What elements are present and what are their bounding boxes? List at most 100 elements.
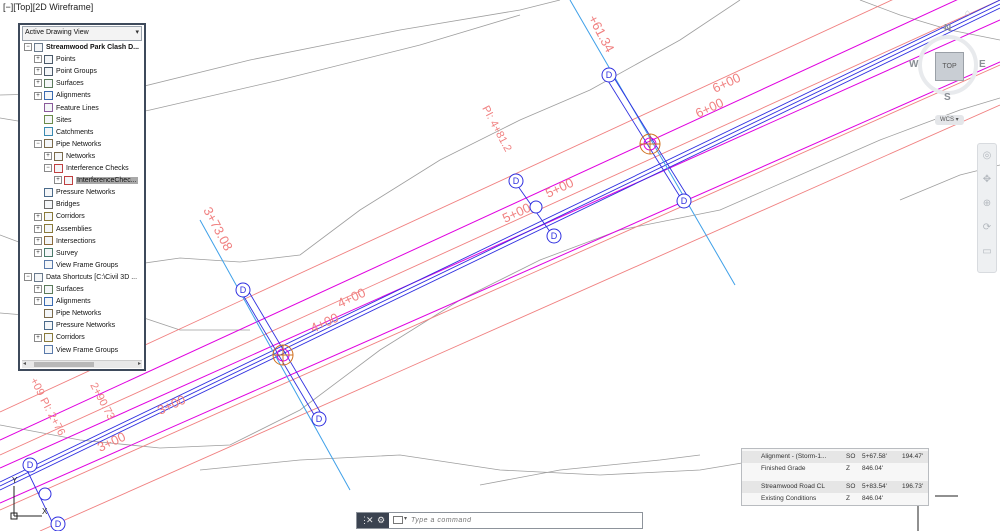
expand-icon[interactable]: + (34, 285, 42, 294)
tree-item[interactable]: Feature Lines (34, 103, 99, 115)
tree-item[interactable]: Pressure Networks (34, 187, 115, 199)
steering-wheel-icon[interactable]: ◎ (981, 150, 993, 162)
command-line-controls[interactable]: ⋮ ✕ ⚙ (357, 513, 389, 528)
collapse-icon[interactable]: − (24, 273, 32, 282)
tree-item-label: Surfaces (56, 80, 84, 88)
toolspace-panel[interactable]: Active Drawing View ▾ − Streamwood Park C… (18, 23, 146, 371)
viewport-controls[interactable]: [−][Top][2D Wireframe] (3, 2, 93, 12)
zoom-icon[interactable]: ⊕ (981, 198, 993, 210)
expand-icon[interactable]: + (34, 79, 42, 88)
tree-item-label: Networks (66, 152, 96, 160)
expand-icon[interactable]: + (34, 224, 42, 233)
tree-item[interactable]: Pressure Networks (34, 320, 115, 332)
prospector-tree[interactable]: − Streamwood Park Clash D... + Points + Point… (20, 42, 144, 359)
tree-item[interactable]: − Streamwood Park Clash D... (24, 42, 139, 54)
tree-item-label: Survey (56, 249, 78, 257)
view-selector-dropdown[interactable]: Active Drawing View ▾ (22, 26, 142, 41)
expand-icon[interactable]: + (54, 176, 62, 185)
tree-item[interactable]: + Corridors (34, 211, 85, 223)
wcs-menu[interactable]: WCS ▾ (935, 115, 964, 125)
tree-item[interactable]: + Alignments (34, 296, 91, 308)
tree-item-label: Intersections (56, 237, 96, 245)
scroll-left-icon[interactable]: ◂ (23, 360, 26, 367)
tree-item[interactable]: View Frame Groups (34, 260, 118, 272)
navigation-bar[interactable]: ◎ ✥ ⊕ ⟳ ▭ (977, 143, 997, 273)
tree-item[interactable]: − Data Shortcuts [C:\Civil 3D ... (24, 272, 137, 284)
tree-item-label: Points (56, 56, 76, 64)
tree-item[interactable]: + Networks (44, 151, 95, 163)
tree-item[interactable]: Sites (34, 115, 72, 127)
tree-item[interactable]: Bridges (34, 199, 80, 211)
station-cross-label: +61.34 (585, 12, 617, 54)
compass-north[interactable]: N (944, 23, 951, 34)
pan-icon[interactable]: ✥ (981, 174, 993, 186)
tree-item-label: Surfaces (56, 286, 84, 293)
tree-item[interactable]: Pipe Networks (34, 308, 101, 320)
tree-item-label: InterferenceChec... (76, 177, 138, 185)
chevron-down-icon[interactable]: ▾ (404, 515, 407, 522)
tree-item[interactable]: + Point Groups (34, 66, 97, 78)
svg-text:Y: Y (12, 476, 18, 485)
scroll-right-icon[interactable]: ▸ (138, 360, 141, 367)
tree-item[interactable]: + Surfaces (34, 284, 84, 296)
structure-label: D (55, 519, 62, 529)
tree-item[interactable]: + Points (34, 54, 75, 66)
viewcube-top-face[interactable]: TOP (935, 52, 964, 81)
tree-item[interactable]: Catchments (34, 127, 93, 139)
tree-item-label: Pipe Networks (56, 310, 102, 318)
tree-item-label: Catchments (56, 128, 94, 136)
tree-item[interactable]: + Intersections (34, 236, 96, 248)
station-label: 5+00 (543, 175, 576, 201)
interference-checks-icon (54, 163, 63, 173)
expand-icon[interactable]: + (34, 67, 42, 76)
viewcube[interactable]: N S E W TOP ⌂ WCS ▾ (905, 8, 1000, 130)
tree-item-label: Pressure Networks (56, 322, 116, 330)
tooltip-code: Z (846, 465, 850, 472)
tree-item[interactable]: − Interference Checks (44, 163, 129, 175)
expand-icon[interactable]: + (44, 152, 52, 161)
structure-label: D (240, 285, 247, 295)
collapse-icon[interactable]: − (24, 43, 32, 52)
tree-item-label: Sites (56, 116, 72, 124)
command-input[interactable] (411, 515, 631, 526)
tree-item[interactable]: View Frame Groups (34, 345, 118, 357)
collapse-icon[interactable]: − (44, 164, 52, 173)
expand-icon[interactable]: + (34, 297, 42, 306)
tooltip-row: Finished Grade Z 846.04' (742, 463, 928, 475)
tree-item[interactable]: + Surfaces (34, 78, 84, 90)
chevron-down-icon[interactable]: ▾ (135, 27, 139, 39)
expand-icon[interactable]: + (34, 236, 42, 245)
recent-commands-icon[interactable] (393, 516, 403, 524)
home-icon[interactable]: ⌂ (965, 8, 970, 17)
close-icon[interactable]: ✕ (366, 513, 374, 528)
compass-east[interactable]: E (979, 59, 986, 70)
tree-item-label: Data Shortcuts [C:\Civil 3D ... (46, 273, 138, 281)
tree-item[interactable]: + Assemblies (34, 224, 92, 236)
tree-item[interactable]: + InterferenceChec... (54, 175, 138, 187)
orbit-icon[interactable]: ⟳ (981, 222, 993, 234)
tree-item[interactable]: + Corridors (34, 332, 85, 344)
station-label: 3+00 (95, 429, 128, 455)
right-of-way-lines (0, 0, 1000, 504)
tree-item-label: Point Groups (56, 68, 97, 76)
station-offset-tooltip: Alignment - (Storm-1... SO 5+67.58' 194.47'… (741, 448, 929, 506)
scroll-thumb[interactable] (34, 362, 94, 367)
command-line[interactable]: ⋮ ✕ ⚙ ▾ (356, 512, 643, 529)
compass-west[interactable]: W (909, 59, 918, 70)
expand-icon[interactable]: + (34, 91, 42, 100)
customize-icon[interactable]: ⚙ (377, 513, 385, 528)
expand-icon[interactable]: + (34, 212, 42, 221)
horizontal-scrollbar[interactable]: ◂ ▸ (22, 360, 142, 368)
expand-icon[interactable]: + (34, 333, 42, 342)
tree-item-label: Pressure Networks (56, 189, 116, 197)
survey-icon (44, 248, 53, 258)
compass-south[interactable]: S (944, 92, 951, 103)
tree-item[interactable]: + Alignments (34, 90, 91, 102)
collapse-icon[interactable]: − (34, 139, 42, 148)
showmotion-icon[interactable]: ▭ (981, 246, 993, 258)
tooltip-code: Z (846, 495, 850, 502)
tree-item[interactable]: − Pipe Networks (34, 139, 101, 151)
expand-icon[interactable]: + (34, 248, 42, 257)
tree-item[interactable]: + Survey (34, 248, 78, 260)
expand-icon[interactable]: + (34, 55, 42, 64)
